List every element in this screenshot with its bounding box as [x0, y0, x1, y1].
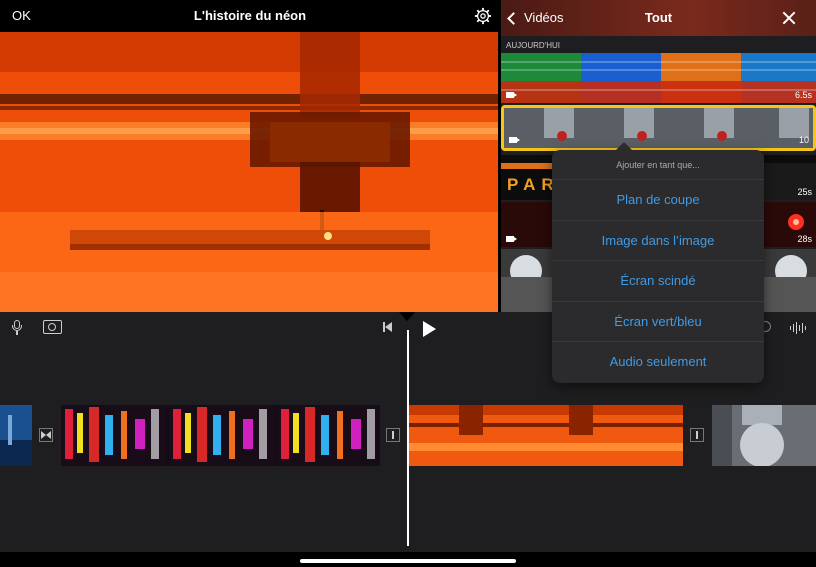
- add-as-popover: Ajouter en tant que... Plan de coupe Ima…: [552, 142, 764, 383]
- skip-back-icon[interactable]: [383, 322, 393, 332]
- video-camera-icon: [509, 137, 520, 143]
- clip-duration: 10: [798, 135, 809, 145]
- audio-only-option[interactable]: Audio seulement: [552, 342, 764, 383]
- video-viewer[interactable]: [0, 32, 498, 312]
- imovie-app: OK L'histoire du néon Vidéos Tout AUJOUR…: [0, 0, 816, 567]
- section-today: AUJOURD'HUI: [506, 41, 560, 50]
- microphone-icon[interactable]: [12, 320, 22, 336]
- playhead[interactable]: [407, 330, 409, 546]
- cutaway-option[interactable]: Plan de coupe: [552, 180, 764, 221]
- transition-icon[interactable]: [39, 428, 53, 442]
- settings-icon[interactable]: [474, 7, 492, 25]
- browser-title: Tout: [644, 10, 673, 25]
- top-bar: OK L'histoire du néon: [0, 0, 500, 32]
- video-camera-icon: [506, 236, 517, 242]
- transition-icon[interactable]: [386, 428, 400, 442]
- popover-header: Ajouter en tant que...: [552, 150, 764, 180]
- clip-thumbnail: [501, 53, 816, 103]
- project-title: L'histoire du néon: [193, 8, 307, 23]
- clip-duration: 6.5s: [794, 90, 812, 100]
- timeline-clip-neon-street[interactable]: [61, 405, 380, 466]
- audio-waveform-icon[interactable]: [790, 322, 807, 334]
- timeline-clip-machine[interactable]: [712, 405, 816, 466]
- timeline-clip-laser[interactable]: [409, 405, 683, 466]
- clip-duration: 25s: [797, 187, 812, 197]
- video-camera-icon: [506, 92, 517, 98]
- browser-header: Vidéos Tout: [501, 0, 816, 36]
- timeline-clip-city[interactable]: [0, 405, 32, 466]
- viewer-frame-image: [0, 32, 498, 312]
- clip-duration: 28s: [797, 234, 812, 244]
- media-clip-selected[interactable]: 10: [501, 105, 816, 151]
- play-icon[interactable]: [423, 321, 436, 337]
- home-indicator: [0, 552, 816, 567]
- green-blue-screen-option[interactable]: Écran vert/bleu: [552, 302, 764, 343]
- playhead-pointer: [399, 312, 415, 321]
- media-clip[interactable]: 6.5s: [501, 53, 816, 103]
- picture-in-picture-option[interactable]: Image dans l’image: [552, 221, 764, 262]
- clip-thumbnail: [504, 108, 813, 148]
- close-icon[interactable]: [782, 11, 796, 25]
- transition-icon[interactable]: [690, 428, 704, 442]
- split-screen-option[interactable]: Écran scindé: [552, 261, 764, 302]
- camera-icon[interactable]: [43, 320, 62, 334]
